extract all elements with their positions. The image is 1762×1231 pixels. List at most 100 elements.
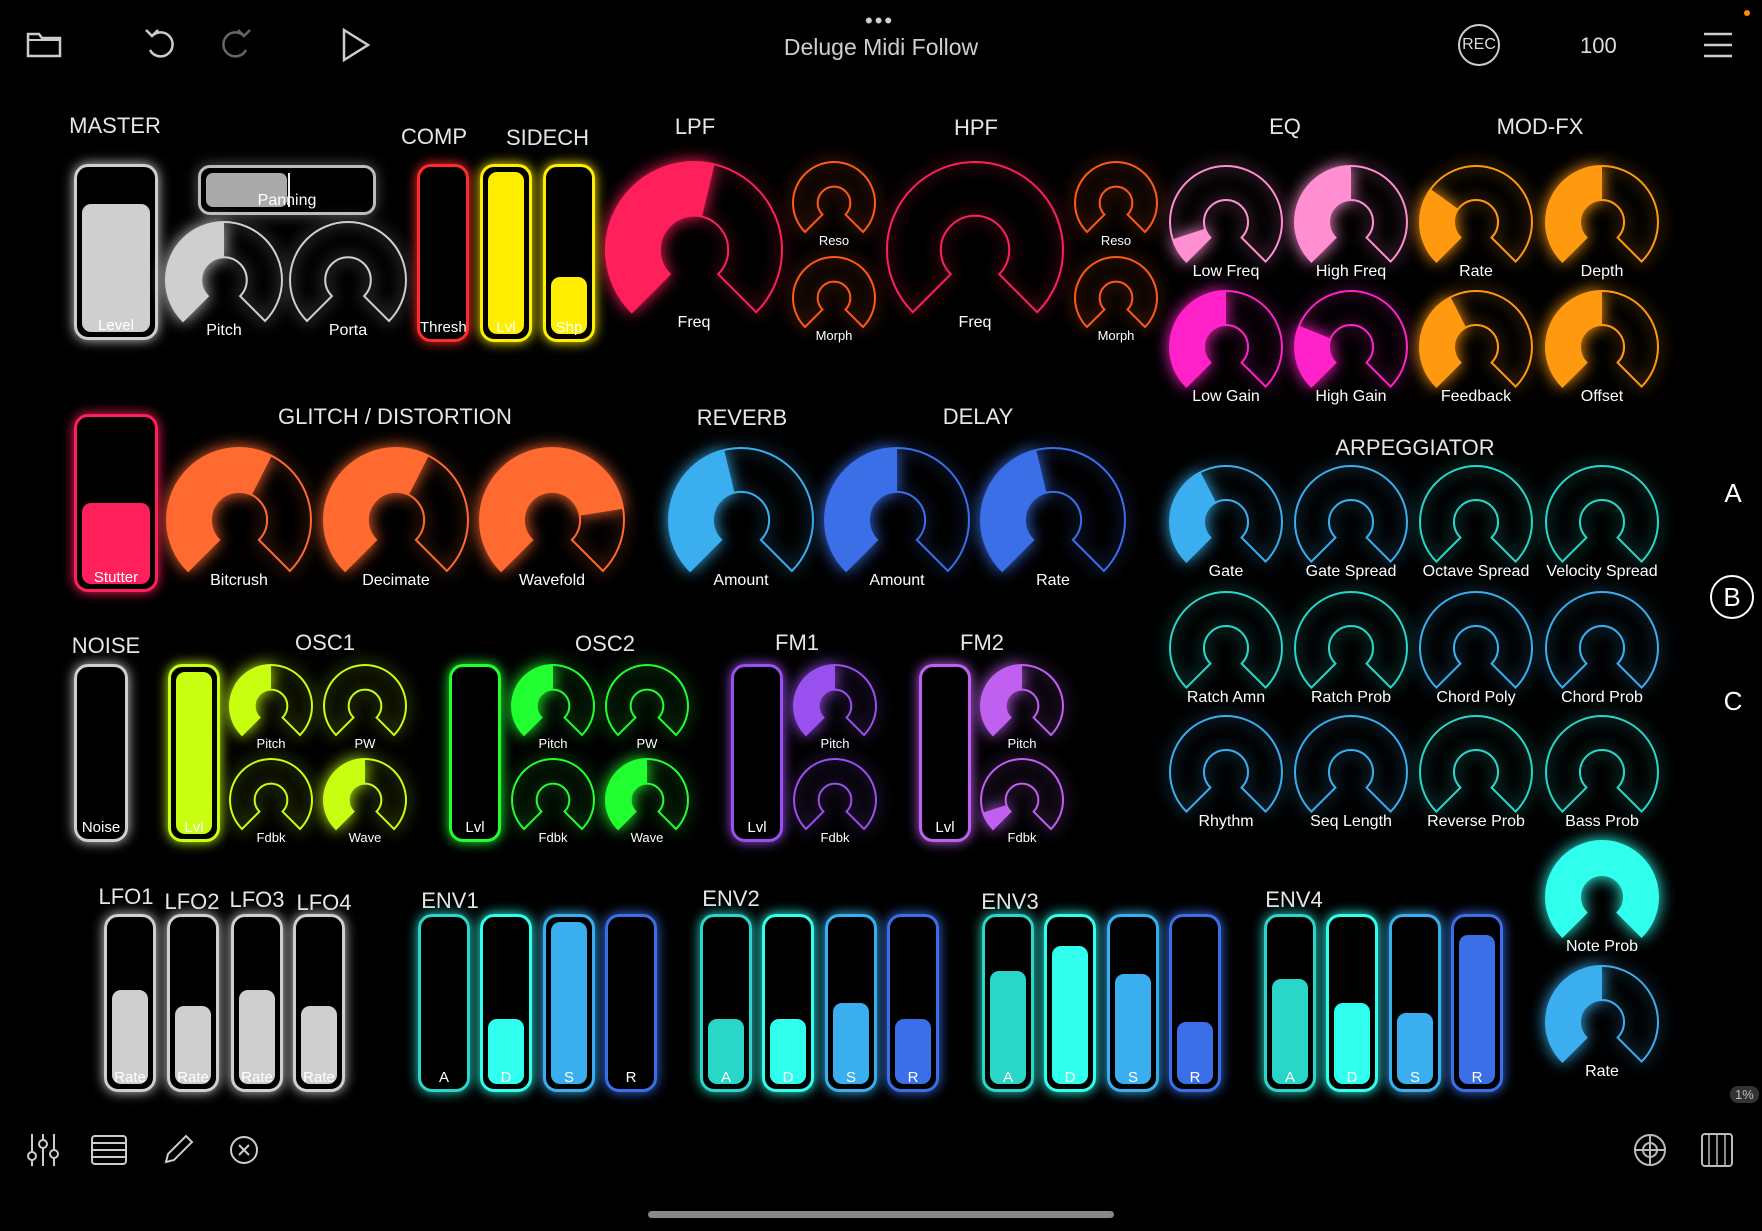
folder-icon[interactable]	[26, 30, 62, 58]
env1-d-fader[interactable]: D	[480, 914, 532, 1092]
sidech-shp-fader[interactable]: Shp	[543, 164, 595, 342]
comp-thresh-fader[interactable]: Thresh	[417, 164, 469, 342]
eq-lowgain-knob[interactable]: Low Gain	[1168, 289, 1284, 405]
env2-s-fader[interactable]: S	[825, 914, 877, 1092]
section-arp: ARPEGGIATOR	[1335, 435, 1495, 460]
pencil-icon[interactable]	[162, 1132, 194, 1166]
lfo2-rate-fader[interactable]: Rate	[167, 914, 219, 1092]
env2-d-label: D	[782, 1069, 794, 1086]
arp-chordpoly-knob[interactable]: Chord Poly	[1418, 590, 1534, 706]
delay-amount-knob[interactable]: Amount	[823, 446, 971, 594]
env4-s-fader[interactable]: S	[1389, 914, 1441, 1092]
env1-s-fader[interactable]: S	[543, 914, 595, 1092]
wavefold-knob[interactable]: Wavefold	[478, 446, 626, 594]
fm1-pitch-knob[interactable]: Pitch	[792, 663, 878, 750]
section-lfo1: LFO1	[98, 884, 154, 909]
keyboard-icon[interactable]	[1700, 1132, 1734, 1168]
lpf-reso-knob[interactable]: Reso	[791, 160, 877, 247]
arp-ratchprob-knob[interactable]: Ratch Prob	[1293, 590, 1409, 706]
env3-r-fader[interactable]: R	[1169, 914, 1221, 1092]
env4-d-fader[interactable]: D	[1326, 914, 1378, 1092]
fm1-lvl-fader[interactable]: Lvl	[731, 664, 783, 842]
arp-gate-knob[interactable]: Gate	[1168, 464, 1284, 580]
stutter-label: Stutter	[93, 569, 139, 586]
menu-icon[interactable]	[1702, 32, 1734, 58]
rec-button[interactable]: REC	[1458, 24, 1500, 66]
osc1-wave-knob[interactable]: Wave	[322, 757, 408, 844]
lfo1-rate-fader[interactable]: Rate	[104, 914, 156, 1092]
undo-icon[interactable]	[144, 26, 178, 62]
fm1-fdbk-knob[interactable]: Fdbk	[792, 757, 878, 844]
env1-a-fader[interactable]: A	[418, 914, 470, 1092]
porta-knob[interactable]: Porta	[288, 220, 408, 340]
redo-icon[interactable]	[218, 26, 252, 62]
hpf-reso-knob[interactable]: Reso	[1073, 160, 1159, 247]
arp-chordprob-knob[interactable]: Chord Prob	[1544, 590, 1660, 706]
lfo4-rate-fader[interactable]: Rate	[293, 914, 345, 1092]
tempo-value[interactable]: 100	[1580, 33, 1617, 59]
env4-a-fader[interactable]: A	[1264, 914, 1316, 1092]
arp-rhythm-knob[interactable]: Rhythm	[1168, 714, 1284, 830]
osc1-lvl-fader[interactable]: Lvl	[168, 664, 220, 842]
arp-rate-knob[interactable]: Rate	[1544, 964, 1660, 1080]
pitch-knob[interactable]: Pitch	[164, 220, 284, 340]
tab-c[interactable]: C	[1718, 686, 1748, 717]
arp-velspread-knob[interactable]: Velocity Spread	[1544, 464, 1660, 580]
arp-seqlength-knob[interactable]: Seq Length	[1293, 714, 1409, 830]
lpf-freq-knob[interactable]: Freq	[604, 160, 784, 340]
arp-octavespread-knob[interactable]: Octave Spread	[1418, 464, 1534, 580]
env2-r-fader[interactable]: R	[887, 914, 939, 1092]
osc2-lvl-fader[interactable]: Lvl	[449, 664, 501, 842]
mixer-icon[interactable]	[26, 1132, 60, 1168]
master-level-fader[interactable]: Level	[74, 164, 158, 340]
more-dots-icon[interactable]: •••	[865, 8, 894, 34]
eq-highfreq-knob[interactable]: High Freq	[1293, 164, 1409, 280]
fm2-lvl-fader[interactable]: Lvl	[919, 664, 971, 842]
modfx-depth-knob[interactable]: Depth	[1544, 164, 1660, 280]
noise-fader[interactable]: Noise	[74, 664, 128, 842]
delay-rate-knob[interactable]: Rate	[979, 446, 1127, 594]
porta-track	[289, 221, 407, 323]
eq-lowfreq-knob[interactable]: Low Freq	[1168, 164, 1284, 280]
reverb-amount-knob[interactable]: Amount	[667, 446, 815, 594]
hpf-freq-knob[interactable]: Freq	[885, 160, 1065, 340]
modfx-rate-knob[interactable]: Rate	[1418, 164, 1534, 280]
decimate-knob[interactable]: Decimate	[322, 446, 470, 594]
env3-a-fader[interactable]: A	[982, 914, 1034, 1092]
env3-d-fader[interactable]: D	[1044, 914, 1096, 1092]
eq-highgain-knob[interactable]: High Gain	[1293, 289, 1409, 405]
env2-a-fader[interactable]: A	[700, 914, 752, 1092]
osc1-pw-knob[interactable]: PW	[322, 663, 408, 750]
orange-dot	[1744, 10, 1750, 16]
env4-r-fader[interactable]: R	[1451, 914, 1503, 1092]
osc2-wave-knob[interactable]: Wave	[604, 757, 690, 844]
osc1-wave-fill	[324, 759, 365, 829]
env1-r-fader[interactable]: R	[605, 914, 657, 1092]
arp-ratchamn-knob[interactable]: Ratch Amn	[1168, 590, 1284, 706]
modfx-offset-knob[interactable]: Offset	[1544, 289, 1660, 405]
fm2-pitch-knob[interactable]: Pitch	[979, 663, 1065, 750]
hpf-morph-knob[interactable]: Morph	[1073, 255, 1159, 342]
globe-icon[interactable]	[1632, 1132, 1668, 1168]
list-icon[interactable]	[90, 1134, 128, 1166]
arp-reverseprob-knob[interactable]: Reverse Prob	[1418, 714, 1534, 830]
lfo3-rate-fader[interactable]: Rate	[231, 914, 283, 1092]
tab-a[interactable]: A	[1718, 478, 1748, 509]
section-env1: ENV1	[421, 888, 479, 913]
panning-slider[interactable]: Panning	[198, 165, 376, 215]
play-icon[interactable]	[342, 28, 370, 62]
modfx-feedback-knob[interactable]: Feedback	[1418, 289, 1534, 405]
env2-d-fader[interactable]: D	[762, 914, 814, 1092]
close-circle-icon[interactable]	[228, 1134, 260, 1166]
osc2-pw-knob[interactable]: PW	[604, 663, 690, 750]
stutter-fader[interactable]: Stutter	[74, 414, 158, 592]
arp-noteprob-knob[interactable]: Note Prob	[1544, 839, 1660, 955]
env1-a-label: A	[438, 1069, 449, 1086]
tab-b[interactable]: B	[1710, 575, 1754, 619]
arp-gatespread-knob[interactable]: Gate Spread	[1293, 464, 1409, 580]
arp-bassprob-knob[interactable]: Bass Prob	[1544, 714, 1660, 830]
env3-s-fader[interactable]: S	[1107, 914, 1159, 1092]
fm2-fdbk-knob[interactable]: Fdbk	[979, 757, 1065, 844]
bitcrush-knob[interactable]: Bitcrush	[165, 446, 313, 594]
sidech-lvl-fader[interactable]: Lvl	[480, 164, 532, 342]
